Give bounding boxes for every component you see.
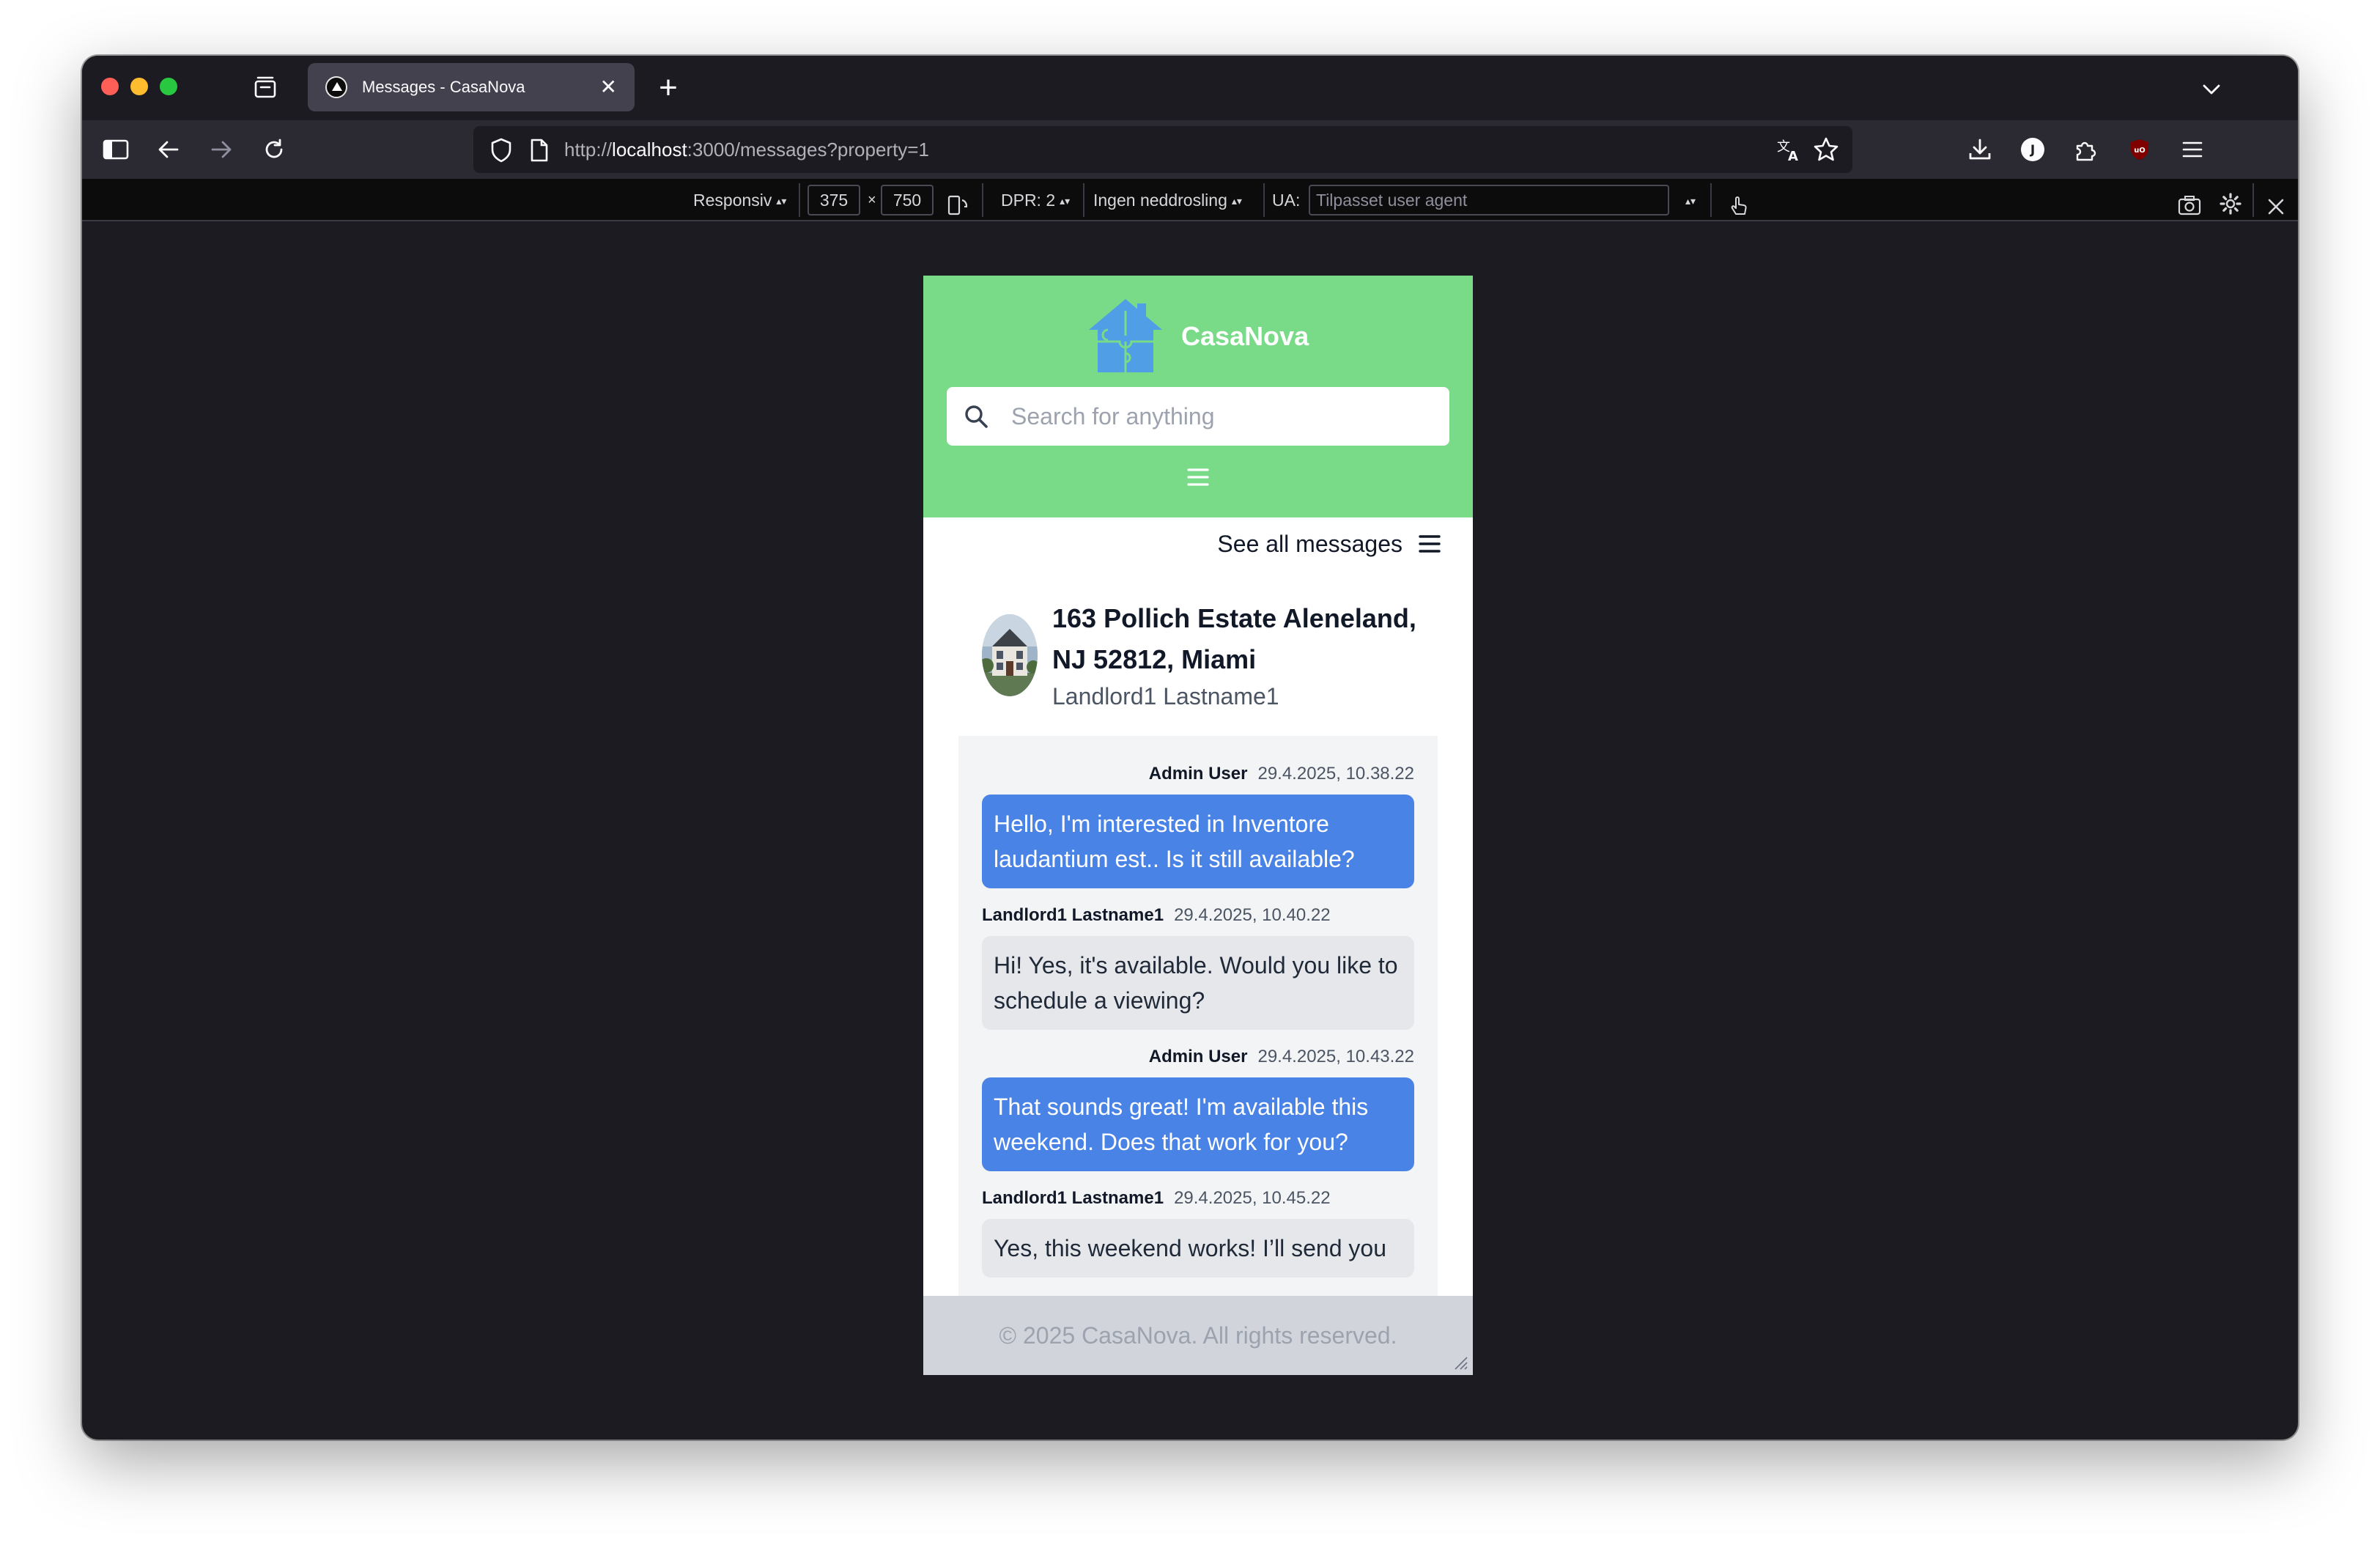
address-bar[interactable]: http://localhost:3000/messages?property=… bbox=[473, 126, 1852, 173]
chevron-down-icon[interactable] bbox=[2198, 76, 2225, 103]
message-timestamp: 29.4.2025, 10.40.22 bbox=[1174, 905, 1331, 925]
browser-window: Messages - CasaNova ✕ + http://localhost… bbox=[82, 56, 2298, 1440]
throttling-selector[interactable]: Ingen neddrosling ▴▾ bbox=[1093, 179, 1242, 221]
message-timestamp: 29.4.2025, 10.38.22 bbox=[1257, 764, 1414, 784]
message-bubble: That sounds great! I'm available this we… bbox=[982, 1077, 1414, 1171]
search-icon bbox=[965, 405, 988, 428]
reload-icon[interactable] bbox=[259, 135, 289, 164]
message-item: Landlord1 Lastname1 29.4.2025, 10.40.22 H… bbox=[982, 901, 1414, 1030]
message-item: Landlord1 Lastname1 29.4.2025, 10.45.22 Y… bbox=[982, 1184, 1414, 1278]
tracking-protection-shield-icon[interactable] bbox=[489, 138, 513, 163]
responsive-design-toolbar: Responsiv ▴▾ 375 × 750 DPR: 2 ▴▾ Ingen ned… bbox=[82, 179, 2298, 221]
mobile-viewport: CasaNova See all messages bbox=[923, 276, 1473, 1375]
user-agent-input[interactable]: Tilpasset user agent bbox=[1309, 185, 1669, 215]
ua-dropdown-arrows[interactable]: ▴▾ bbox=[1681, 179, 1696, 221]
ublock-origin-icon[interactable]: uO bbox=[2125, 135, 2154, 164]
message-timestamp: 29.4.2025, 10.45.22 bbox=[1174, 1188, 1331, 1208]
app-header: CasaNova bbox=[923, 276, 1473, 517]
window-maximize-button[interactable] bbox=[160, 78, 177, 95]
navigation-toolbar: http://localhost:3000/messages?property=… bbox=[82, 120, 2298, 179]
menu-hamburger-icon[interactable] bbox=[1186, 466, 1211, 488]
url-text[interactable]: http://localhost:3000/messages?property=… bbox=[564, 126, 929, 173]
property-header[interactable]: 163 Pollich Estate Aleneland, NJ 52812, … bbox=[958, 573, 1438, 736]
page-info-icon[interactable] bbox=[529, 138, 550, 163]
window-close-button[interactable] bbox=[101, 78, 119, 95]
landlord-name: Landlord1 Lastname1 bbox=[1052, 683, 1279, 710]
property-thumbnail bbox=[982, 614, 1038, 696]
search-bar[interactable] bbox=[947, 387, 1449, 446]
message-author: Landlord1 Lastname1 bbox=[982, 905, 1164, 925]
bookmark-star-icon[interactable] bbox=[1813, 136, 1839, 163]
list-menu-icon bbox=[1419, 535, 1441, 553]
app-menu-icon[interactable] bbox=[2178, 135, 2207, 164]
firefox-view-icon[interactable] bbox=[252, 75, 278, 101]
message-timestamp: 29.4.2025, 10.43.22 bbox=[1257, 1047, 1414, 1066]
tab-messages[interactable]: Messages - CasaNova ✕ bbox=[308, 63, 635, 111]
tab-title: Messages - CasaNova bbox=[362, 78, 525, 96]
message-author: Admin User bbox=[1148, 764, 1248, 784]
toolbar-separator bbox=[2252, 183, 2254, 217]
downloads-icon[interactable] bbox=[1965, 135, 1995, 164]
toolbar-separator bbox=[1083, 183, 1084, 217]
casanova-logo-icon[interactable] bbox=[1086, 296, 1165, 375]
toolbar-separator bbox=[799, 183, 800, 217]
search-input[interactable] bbox=[1011, 387, 1436, 446]
toolbar-separator bbox=[1263, 183, 1265, 217]
device-selector[interactable]: Responsiv ▴▾ bbox=[693, 179, 786, 221]
message-item: Admin User 29.4.2025, 10.38.22 Hello, I'm… bbox=[982, 759, 1414, 888]
close-rdm-icon[interactable] bbox=[2266, 190, 2286, 215]
window-minimize-button[interactable] bbox=[130, 78, 148, 95]
ua-label: UA: bbox=[1272, 191, 1301, 210]
dimension-separator: × bbox=[868, 192, 876, 208]
viewport-height-input[interactable]: 750 bbox=[881, 185, 934, 215]
svg-text:J: J bbox=[2030, 143, 2035, 158]
touch-simulation-icon[interactable] bbox=[1728, 189, 1750, 215]
property-address: 163 Pollich Estate Aleneland, NJ 52812, … bbox=[1052, 603, 1416, 674]
toolbar-separator bbox=[982, 183, 983, 217]
tab-strip: Messages - CasaNova ✕ + bbox=[82, 56, 2298, 120]
screenshot-camera-icon[interactable] bbox=[2178, 189, 2201, 215]
app-footer: © 2025 CasaNova. All rights reserved. bbox=[923, 1296, 1473, 1375]
sidebar-toggle-icon[interactable] bbox=[101, 135, 130, 164]
conversation-panel: 163 Pollich Estate Aleneland, NJ 52812, … bbox=[958, 573, 1438, 1375]
message-bubble: Yes, this weekend works! I’ll send you bbox=[982, 1219, 1414, 1278]
message-item: Admin User 29.4.2025, 10.43.22 That sound… bbox=[982, 1042, 1414, 1171]
message-author: Landlord1 Lastname1 bbox=[982, 1188, 1164, 1208]
svg-text:uO: uO bbox=[2134, 147, 2146, 155]
message-bubble: Hello, I'm interested in Inventore lauda… bbox=[982, 795, 1414, 888]
message-author: Admin User bbox=[1148, 1047, 1248, 1066]
dpr-selector[interactable]: DPR: 2 ▴▾ bbox=[1001, 179, 1070, 221]
extensions-puzzle-icon[interactable] bbox=[2071, 135, 2100, 164]
see-all-messages-label: See all messages bbox=[1217, 530, 1402, 557]
translate-icon[interactable]: 文A bbox=[1776, 136, 1803, 163]
svg-text:A: A bbox=[1788, 149, 1798, 163]
tab-close-icon[interactable]: ✕ bbox=[600, 77, 617, 97]
forward-arrow-icon[interactable] bbox=[207, 135, 236, 164]
viewport-width-input[interactable]: 375 bbox=[808, 185, 860, 215]
message-bubble: Hi! Yes, it's available. Would you like … bbox=[982, 936, 1414, 1030]
back-arrow-icon[interactable] bbox=[154, 135, 183, 164]
viewport-resize-handle-icon[interactable] bbox=[1452, 1354, 1468, 1371]
see-all-messages-button[interactable]: See all messages bbox=[1217, 526, 1441, 561]
toolbar-separator bbox=[1710, 183, 1712, 217]
brand-name[interactable]: CasaNova bbox=[1181, 321, 1309, 352]
account-avatar-icon[interactable]: J bbox=[2018, 135, 2047, 164]
nextjs-favicon-icon bbox=[325, 76, 347, 98]
settings-gear-icon[interactable] bbox=[2219, 188, 2242, 215]
rotate-viewport-icon[interactable] bbox=[947, 189, 969, 215]
new-tab-button[interactable]: + bbox=[646, 66, 690, 110]
